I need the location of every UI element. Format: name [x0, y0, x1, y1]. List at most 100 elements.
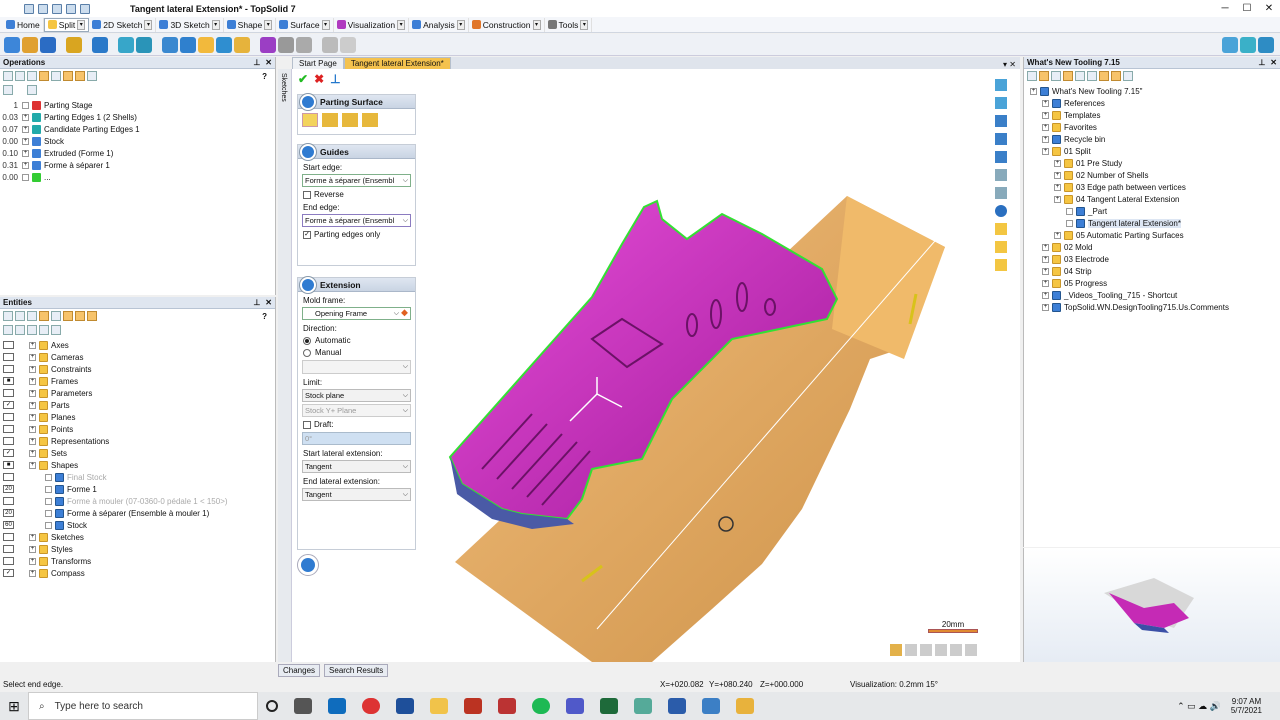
visibility-icon[interactable] [15, 325, 25, 335]
close-button[interactable]: ✕ [1258, 0, 1280, 17]
project-row[interactable]: + _Videos_Tooling_715 - Shortcut [1024, 289, 1280, 301]
close-panel-icon[interactable]: ✕ [265, 297, 272, 308]
limit-select[interactable]: Stock plane ⌵ [302, 389, 411, 402]
expand-icon[interactable]: + [29, 533, 36, 541]
project-row[interactable]: + Recycle bin [1024, 133, 1280, 145]
view-icon-2[interactable] [905, 644, 917, 656]
tab-search-results[interactable]: Search Results [324, 664, 389, 677]
reverse-checkbox[interactable] [303, 190, 311, 199]
project-tool-4-icon[interactable] [1063, 71, 1073, 81]
entity-row[interactable]: 20 Forme 1 [0, 483, 275, 495]
word-icon[interactable] [668, 698, 686, 714]
entity-visibility-toggle[interactable] [3, 545, 14, 553]
move-icon[interactable] [51, 311, 61, 321]
ok-icon[interactable]: ✔ [298, 72, 308, 86]
expand-icon[interactable] [45, 497, 52, 505]
entity-visibility-toggle[interactable]: 20 [3, 485, 14, 493]
entity-visibility-toggle[interactable]: ■ [3, 377, 14, 385]
zoom-window-icon[interactable] [995, 187, 1007, 199]
maximize-button[interactable]: ☐ [1236, 0, 1258, 17]
color-icon[interactable] [39, 325, 49, 335]
expand-icon[interactable]: + [1042, 147, 1049, 155]
view-3-icon[interactable] [1258, 36, 1274, 53]
zoom-icon[interactable] [995, 115, 1007, 127]
stock-plane-field[interactable]: Stock Y+ Plane ⌵ [302, 404, 411, 417]
sketches-side-strip[interactable]: Sketches [278, 69, 292, 662]
expand-icon[interactable]: + [29, 425, 36, 433]
expand-icon[interactable]: + [29, 449, 36, 457]
expand-icon[interactable] [1066, 207, 1073, 215]
project-tool-6-icon[interactable] [1087, 71, 1097, 81]
chrome-icon[interactable] [362, 698, 380, 714]
end-lateral-select[interactable]: Tangent ⌵ [302, 488, 411, 501]
ruled-tool-icon[interactable] [216, 36, 232, 53]
project-tool-5-icon[interactable] [1075, 71, 1085, 81]
expand-icon[interactable]: + [1042, 243, 1049, 251]
entity-row[interactable]: + Sketches [0, 531, 275, 543]
project-row[interactable]: +02 Mold [1024, 241, 1280, 253]
project-tool-8-icon[interactable] [1111, 71, 1121, 81]
print-icon[interactable] [66, 3, 76, 14]
cancel-icon[interactable]: ✖ [314, 72, 324, 86]
project-row[interactable]: + Templates [1024, 109, 1280, 121]
collapse-icon[interactable] [27, 71, 37, 81]
clock[interactable]: 9:07 AM 5/7/2021 [1231, 697, 1262, 715]
help-view-icon[interactable] [995, 241, 1007, 253]
rotate-icon[interactable] [995, 97, 1007, 109]
manual-radio[interactable] [303, 348, 311, 357]
split-tool-icon[interactable] [4, 36, 20, 53]
project-row[interactable]: + References [1024, 97, 1280, 109]
group-icon[interactable] [75, 71, 85, 81]
entity-row[interactable]: + Axes [0, 339, 275, 351]
expand-icon[interactable]: + [29, 341, 36, 349]
project-row[interactable]: +03 Edge path between vertices [1024, 181, 1280, 193]
light-icon[interactable] [995, 223, 1007, 235]
word-doc-icon[interactable] [396, 698, 414, 714]
options-icon[interactable] [80, 3, 90, 14]
undo-icon[interactable] [38, 3, 48, 14]
entity-visibility-toggle[interactable]: 20 [3, 509, 14, 517]
view-icon-5[interactable] [950, 644, 962, 656]
help-icon[interactable]: ? [262, 312, 267, 321]
extension-tool-icon[interactable] [118, 36, 134, 53]
expand-icon[interactable] [87, 311, 97, 321]
expand-icon[interactable]: + [29, 365, 36, 373]
entity-row[interactable]: Forme à mouler (07-0360-0 pédale 1 < 150… [0, 495, 275, 507]
entity-row[interactable]: + Constraints [0, 363, 275, 375]
operation-row[interactable]: 0.31 + Forme à séparer 1 [0, 159, 275, 171]
entity-visibility-toggle[interactable] [3, 365, 14, 373]
file-explorer-icon[interactable] [430, 698, 448, 714]
minimize-button[interactable]: ─ [1214, 0, 1236, 17]
entity-row[interactable]: + Cameras [0, 351, 275, 363]
tab-changes[interactable]: Changes [278, 664, 321, 677]
shells-tool-icon[interactable] [40, 36, 56, 53]
entity-row[interactable]: + Transforms [0, 555, 275, 567]
expand-icon[interactable]: + [22, 125, 29, 133]
expand-icon[interactable] [22, 173, 29, 181]
zoom-fit-icon[interactable] [995, 169, 1007, 181]
entity-visibility-toggle[interactable] [3, 425, 14, 433]
expand-icon[interactable]: + [29, 413, 36, 421]
entity-visibility-toggle[interactable] [3, 413, 14, 421]
outlook-icon[interactable] [328, 698, 346, 714]
entity-visibility-toggle[interactable]: ✓ [3, 401, 14, 409]
project-row[interactable]: +02 Number of Shells [1024, 169, 1280, 181]
direction-field[interactable]: ⌵ [302, 360, 411, 374]
pin-icon[interactable]: ⊥ [253, 57, 260, 68]
orbit-icon[interactable] [995, 133, 1007, 145]
gear-icon[interactable] [3, 85, 13, 95]
grid-view-icon[interactable] [995, 151, 1007, 163]
parting-surface-header[interactable]: Parting Surface [298, 93, 415, 110]
entity-row[interactable]: ✓ + Compass [0, 567, 275, 579]
project-tool-2-icon[interactable] [1039, 71, 1049, 81]
expand-icon[interactable] [45, 509, 52, 517]
entity-row[interactable]: + Parameters [0, 387, 275, 399]
project-tool-3-icon[interactable] [1051, 71, 1061, 81]
project-row[interactable]: +05 Automatic Parting Surfaces [1024, 229, 1280, 241]
expand-icon[interactable]: + [22, 149, 29, 157]
entity-row[interactable]: 60 Stock [0, 519, 275, 531]
loft-tool-icon[interactable] [234, 36, 250, 53]
expand-icon[interactable]: + [1042, 123, 1049, 131]
expand-icon[interactable]: + [29, 569, 36, 577]
extension-2-tool-icon[interactable] [136, 36, 152, 53]
